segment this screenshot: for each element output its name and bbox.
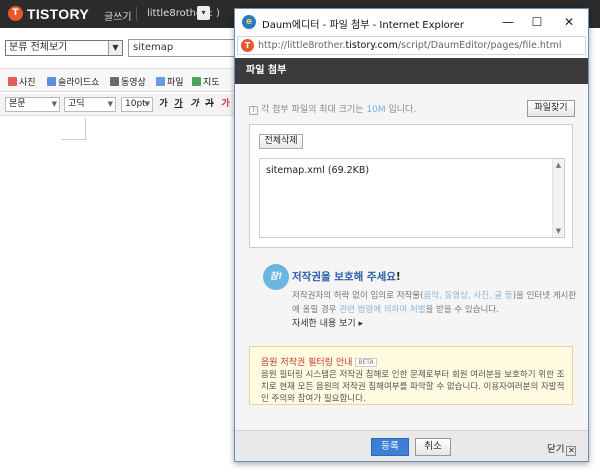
editor-area[interactable] <box>0 118 240 469</box>
popup-header: 파일 첨부 <box>235 58 588 84</box>
chevron-down-icon: ▼ <box>144 100 150 108</box>
maximize-button[interactable]: ☐ <box>525 12 549 32</box>
italic-button[interactable]: 가 <box>188 97 201 112</box>
find-file-button[interactable]: 파일찾기 <box>527 100 575 117</box>
file-icon <box>156 77 165 86</box>
chevron-down-icon[interactable]: ▼ <box>108 41 122 55</box>
ie-window-title: Daum에디터 - 파일 첨부 - Internet Explorer <box>262 20 464 31</box>
site-favicon-icon: T <box>241 39 254 52</box>
toolbar-file-button[interactable]: 파일 <box>156 75 184 88</box>
register-button[interactable]: 등록 <box>371 438 409 456</box>
max-size-info: ! 각 첨부 파일의 최대 크기는 10M 입니다. <box>249 102 416 115</box>
info-icon: ! <box>249 106 258 115</box>
strikethrough-button[interactable]: 가 <box>203 97 216 112</box>
write-label: 글쓰기 <box>104 12 132 23</box>
notice-text: 음원 필터링 시스템은 저작권 침해로 인한 문제로부터 회원 여러분을 보호하… <box>261 370 565 404</box>
minimize-button[interactable]: — <box>496 12 520 32</box>
ie-title-bar[interactable]: e Daum에디터 - 파일 첨부 - Internet Explorer — … <box>235 9 588 35</box>
user-dropdown-button[interactable]: ▾ <box>197 6 210 20</box>
post-title-input[interactable]: sitemap <box>128 39 238 57</box>
tistory-logo-icon[interactable]: T <box>8 6 23 21</box>
chevron-down-icon: ▼ <box>51 100 57 108</box>
paragraph-select[interactable]: 본문 ▼ <box>5 97 60 112</box>
file-list-scrollbar[interactable]: ▲ ▼ <box>552 159 564 237</box>
url-text[interactable]: http://little8rother.tistory.com/script/… <box>258 40 561 51</box>
slideshow-icon <box>47 77 56 86</box>
popup-footer: 등록 취소 닫기 ✕ <box>235 430 588 461</box>
delete-all-button[interactable]: 전체삭제 <box>259 134 303 149</box>
scroll-down-icon[interactable]: ▼ <box>553 227 564 235</box>
file-list[interactable]: sitemap.xml (69.2KB) ▲ ▼ <box>259 158 565 238</box>
music-filter-notice: 음원 저작권 필터링 안내 BETA 음원 필터링 시스템은 저작권 침해로 인한… <box>249 346 573 405</box>
cancel-button[interactable]: 취소 <box>415 438 451 456</box>
font-color-button[interactable]: 가 <box>219 97 232 112</box>
close-icon: ✕ <box>566 446 577 456</box>
bold-button[interactable]: 가 <box>157 97 170 112</box>
editor-cursor-frame <box>62 118 86 140</box>
copyright-text: 저작권자의 허락 없이 임의로 저작물(음악, 동영상, 사진, 글 등)을 인… <box>292 291 577 315</box>
scroll-up-icon[interactable]: ▲ <box>553 161 564 169</box>
category-select[interactable]: 분류 전체보기 ▼ <box>5 40 123 56</box>
file-box: 전체삭제 sitemap.xml (69.2KB) ▲ ▼ <box>249 124 573 248</box>
close-popup-button[interactable]: 닫기 ✕ <box>547 441 577 456</box>
category-select-value: 분류 전체보기 <box>9 42 68 53</box>
address-bar[interactable]: T http://little8rother.tistory.com/scrip… <box>237 36 586 55</box>
close-window-button[interactable]: ✕ <box>557 12 581 32</box>
toolbar-map-button[interactable]: 지도 <box>192 75 220 88</box>
ie-logo-icon: e <box>242 15 256 29</box>
underline-button[interactable]: 가 <box>172 97 185 112</box>
file-list-item[interactable]: sitemap.xml (69.2KB) <box>266 165 369 176</box>
background-strip <box>590 28 600 469</box>
font-size-select[interactable]: 10pt ▼ <box>121 97 153 112</box>
map-icon <box>192 77 201 86</box>
copyright-title: 저작권을 보호해 주세요! <box>292 271 401 283</box>
format-toolbar: 본문 ▼ 고딕 ▼ 10pt ▼ 가 가 가 가 가 <box>0 94 240 116</box>
header-divider <box>136 7 137 21</box>
popup-body: ! 각 첨부 파일의 최대 크기는 10M 입니다. 파일찾기 전체삭제 site… <box>235 84 588 430</box>
copyright-icon: 참! <box>263 264 289 290</box>
video-icon <box>110 77 119 86</box>
toolbar-photo-button[interactable]: 사진 <box>8 75 36 88</box>
tistory-logo-text[interactable]: TISTORY <box>27 6 89 22</box>
ie-popup-window: e Daum에디터 - 파일 첨부 - Internet Explorer — … <box>234 8 589 462</box>
toolbar-video-button[interactable]: 동영상 <box>110 75 146 88</box>
attach-toolbar: 사진 슬라이드쇼 동영상 파일 지도 <box>0 68 240 92</box>
notice-title: 음원 저작권 필터링 안내 BETA <box>261 355 377 368</box>
more-info-link[interactable]: 자세한 내용 보기 ▸ <box>292 316 363 329</box>
beta-badge: BETA <box>355 358 377 367</box>
chevron-down-icon: ▼ <box>107 100 113 108</box>
toolbar-slideshow-button[interactable]: 슬라이드쇼 <box>47 75 99 88</box>
photo-icon <box>8 77 17 86</box>
font-select[interactable]: 고딕 ▼ <box>64 97 116 112</box>
